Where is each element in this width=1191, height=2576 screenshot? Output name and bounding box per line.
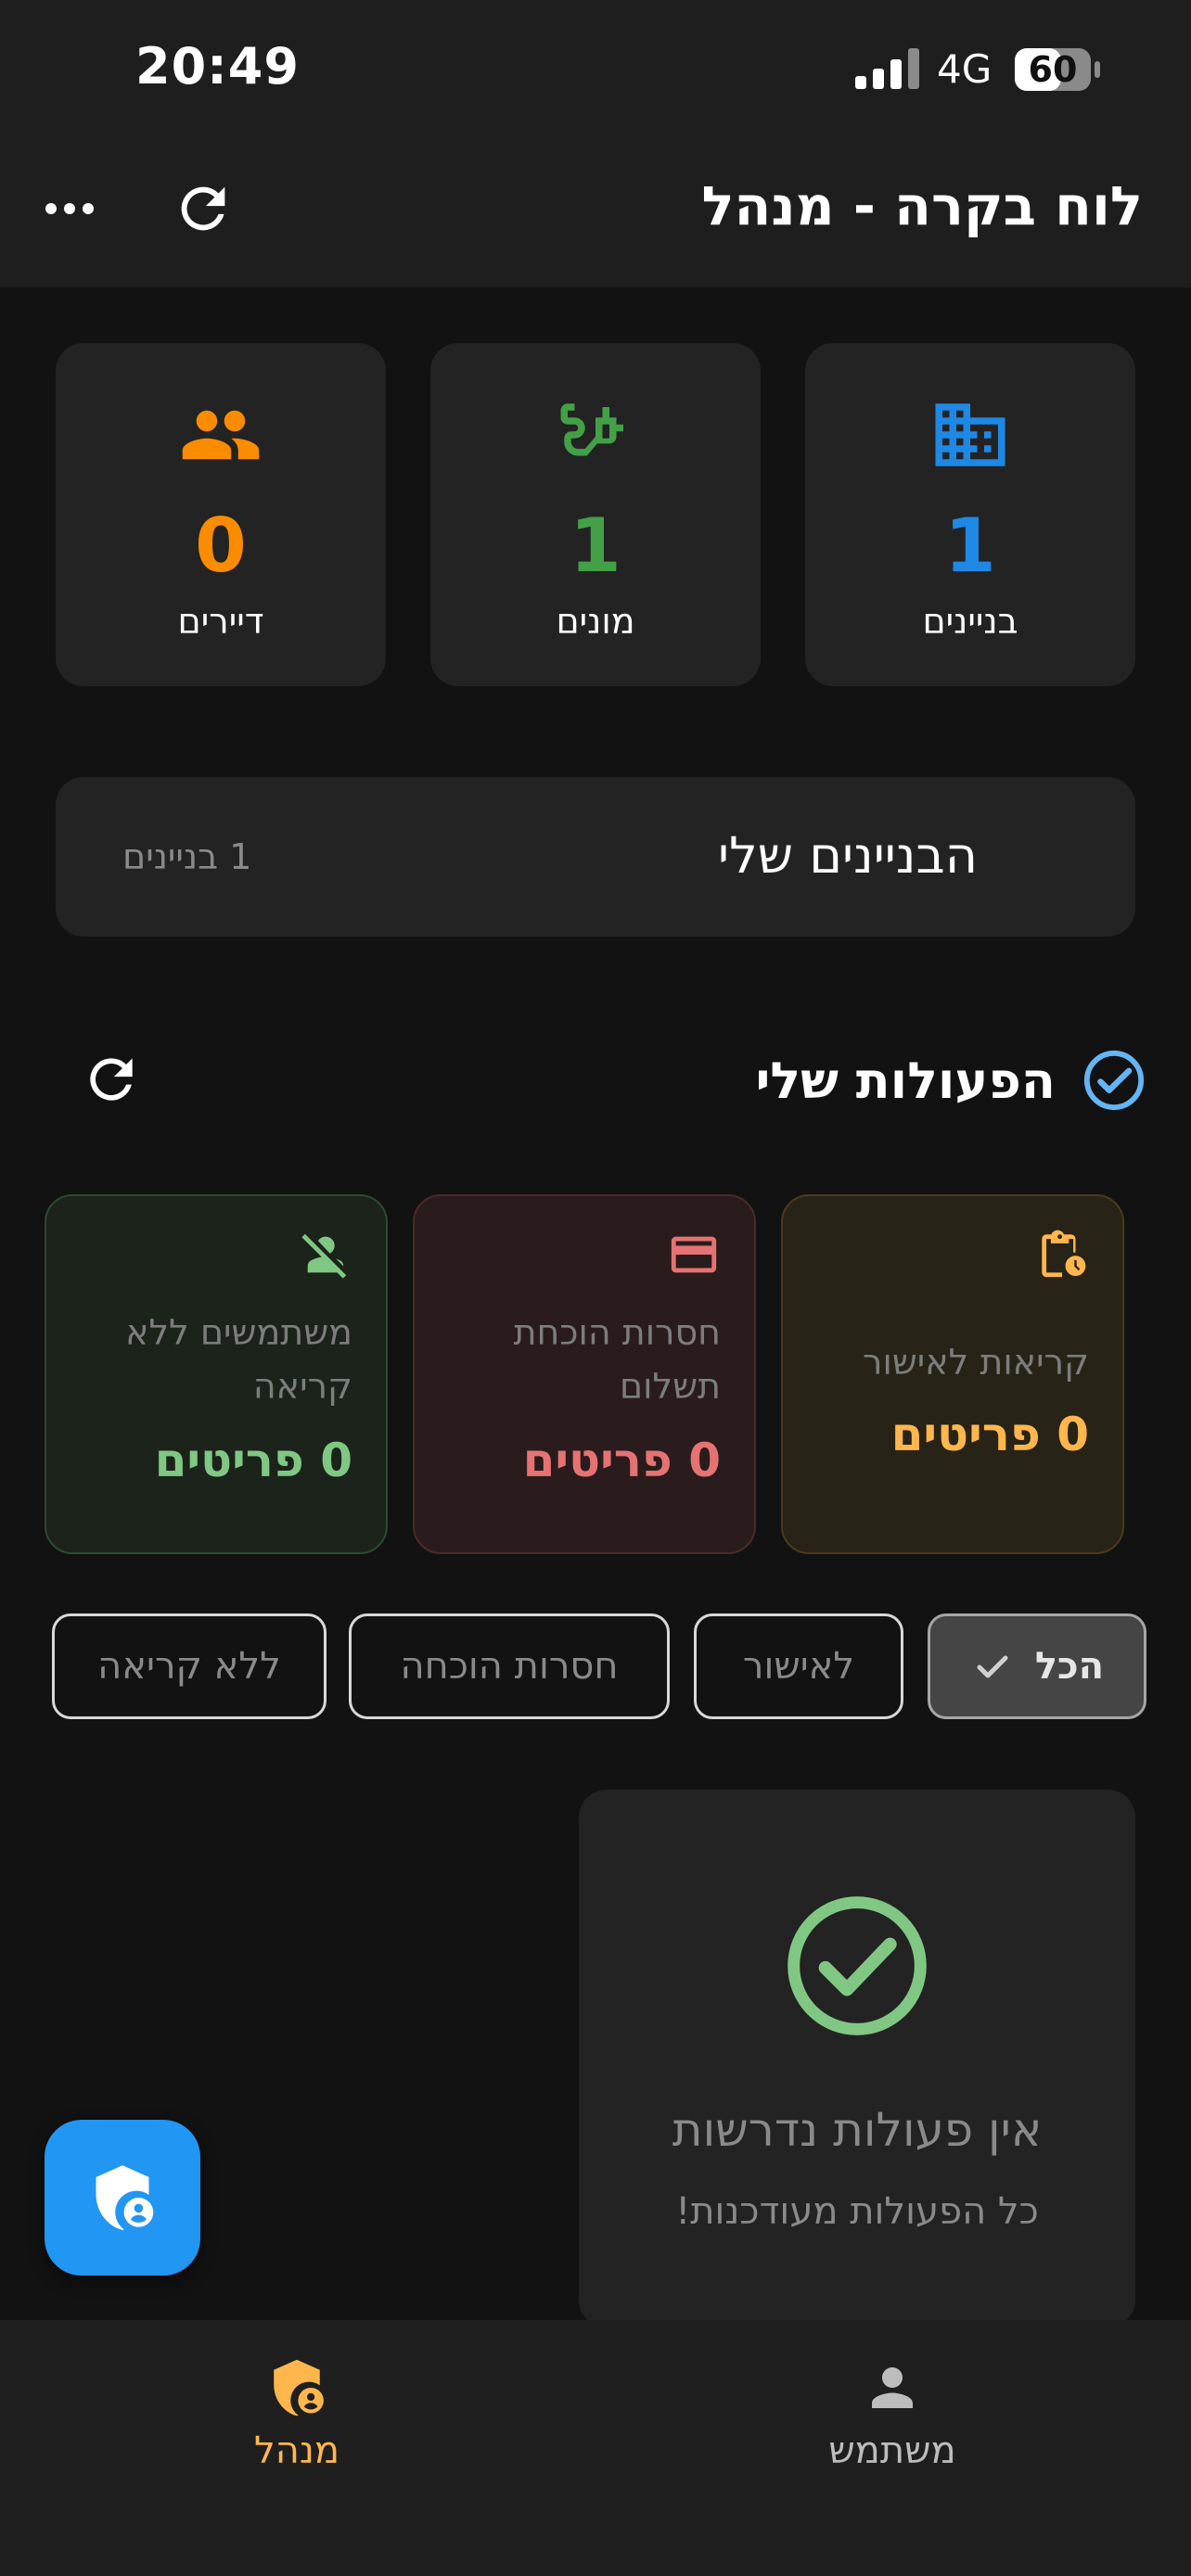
filter-chip-label: הכל (1034, 1645, 1105, 1688)
battery-level: 60 (1028, 49, 1078, 90)
stat-card-tenants[interactable]: 0 דיירים (56, 343, 386, 686)
admin-shield-icon (96, 2165, 154, 2230)
filter-chip-label: חסרות הוכחה (400, 1645, 619, 1688)
stat-label: בניינים (922, 601, 1018, 642)
action-count: 0 פריטים (522, 1434, 721, 1487)
filter-chip-missing-proof[interactable]: חסרות הוכחה (349, 1613, 670, 1719)
page-title: לוח בקרה - מנהל (701, 174, 1143, 237)
filter-chip-label: לאישור (742, 1645, 855, 1688)
check-circle-icon (1083, 1050, 1145, 1111)
check-circle-icon (788, 1896, 927, 2035)
action-count: 0 פריטים (890, 1408, 1089, 1461)
stat-value: 0 (195, 503, 247, 589)
filter-chip-no-reading[interactable]: ללא קריאה (52, 1613, 327, 1719)
action-label: משתמשים ללא קריאה (125, 1312, 352, 1407)
bottom-navigation: מנהל משתמש (0, 2320, 1191, 2576)
action-card-users-no-reading[interactable]: משתמשים ללא קריאה 0 פריטים (45, 1194, 388, 1554)
nav-label: משתמש (828, 2429, 956, 2472)
my-buildings-count: 1 בניינים (122, 836, 252, 877)
my-buildings-card[interactable]: הבניינים שלי 1 בניינים (56, 777, 1135, 937)
stat-label: מונים (556, 601, 635, 642)
check-icon (977, 1655, 1008, 1678)
more-options-icon[interactable] (37, 176, 102, 241)
refresh-icon[interactable] (171, 176, 236, 241)
filter-chip-pending[interactable]: לאישור (694, 1613, 903, 1719)
actions-title: הפעולות שלי (755, 1052, 1056, 1110)
people-icon (182, 410, 260, 460)
credit-card-icon (671, 1236, 717, 1273)
network-label: 4G (937, 46, 992, 92)
person-off-icon (301, 1233, 347, 1279)
signal-icon (855, 48, 919, 89)
action-label: קריאות לאישור (863, 1342, 1089, 1383)
power-plug-icon (560, 403, 623, 456)
building-icon (935, 403, 1005, 466)
empty-state-card: אין פעולות נדרשות כל הפעולות מעודכנות! (579, 1790, 1135, 2327)
nav-label: מנהל (253, 2429, 340, 2472)
empty-state-title: אין פעולות נדרשות (672, 2103, 1043, 2157)
clipboard-clock-icon (1042, 1230, 1086, 1278)
nav-item-admin[interactable]: מנהל (158, 2357, 436, 2487)
action-label: חסרות הוכחת תשלום (513, 1312, 721, 1407)
stat-card-buildings[interactable]: 1 בניינים (805, 343, 1135, 686)
stat-value: 1 (570, 503, 621, 589)
action-count: 0 פריטים (154, 1434, 352, 1487)
my-buildings-title: הבניינים שלי (718, 826, 978, 885)
person-icon (872, 2367, 913, 2408)
stat-value: 1 (944, 503, 996, 589)
status-time: 20:49 (135, 37, 300, 96)
empty-state-subtitle: כל הפעולות מעודכנות! (675, 2190, 1039, 2233)
stat-card-meters[interactable]: 1 מונים (430, 343, 761, 686)
admin-shield-icon (274, 2359, 324, 2417)
filter-chip-label: ללא קריאה (97, 1645, 281, 1688)
refresh-icon[interactable] (80, 1048, 143, 1111)
action-card-pending-readings[interactable]: קריאות לאישור 0 פריטים (781, 1194, 1124, 1554)
action-card-missing-payment[interactable]: חסרות הוכחת תשלום 0 פריטים (413, 1194, 756, 1554)
battery-icon: 60 (1013, 46, 1102, 93)
stat-label: דיירים (177, 601, 264, 642)
filter-chip-all[interactable]: הכל (928, 1613, 1146, 1719)
nav-item-user[interactable]: משתמש (753, 2357, 1031, 2487)
admin-fab-button[interactable] (45, 2120, 200, 2276)
